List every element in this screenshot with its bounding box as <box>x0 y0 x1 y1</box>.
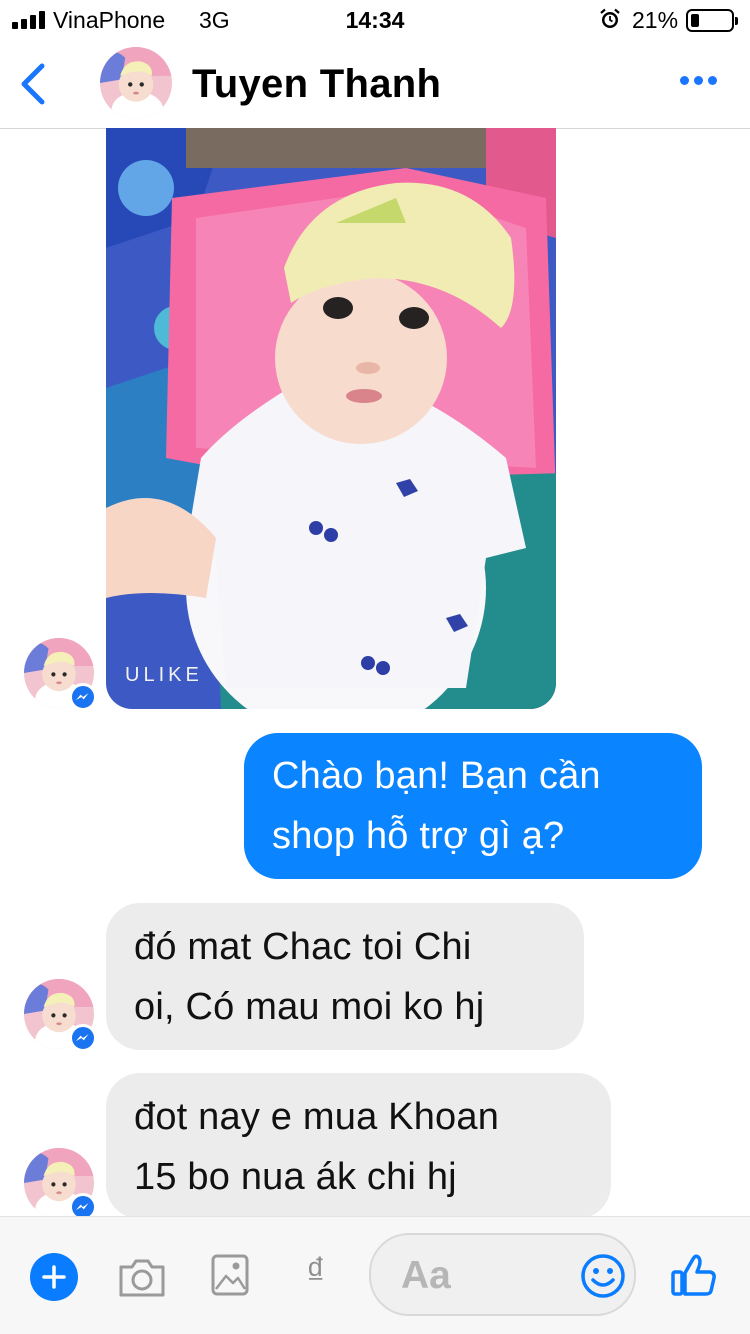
battery-icon <box>686 9 738 32</box>
message-composer: ₫ Aa <box>0 1216 750 1334</box>
messenger-badge-icon <box>69 1024 97 1052</box>
image-icon[interactable] <box>210 1253 250 1297</box>
incoming-message[interactable]: đó mat Chac toi Chi oi, Có mau moi ko hj <box>106 903 584 1050</box>
emoji-icon[interactable] <box>580 1253 626 1299</box>
chat-header: Tuyen Thanh <box>0 40 750 129</box>
messenger-screen: VinaPhone 3G 14:34 21% Tuyen Thanh ULIKE… <box>0 0 750 1334</box>
messenger-badge-icon <box>69 683 97 711</box>
message-line: shop hỗ trợ gì ạ? <box>272 815 565 857</box>
currency-icon[interactable]: ₫ <box>306 1251 326 1294</box>
message-line: oi, Có mau moi ko hj <box>134 986 485 1028</box>
message-input[interactable]: Aa <box>369 1233 636 1316</box>
back-chevron-icon[interactable] <box>14 60 50 108</box>
outgoing-message[interactable]: Chào bạn! Bạn cần shop hỗ trợ gì ạ? <box>244 733 702 879</box>
camera-icon[interactable] <box>117 1257 167 1299</box>
thumbs-up-icon[interactable] <box>670 1251 718 1299</box>
plus-icon[interactable] <box>30 1253 78 1301</box>
alarm-icon <box>600 8 620 28</box>
message-line: đó mat Chac toi Chi <box>134 926 472 968</box>
incoming-message[interactable]: đot nay e mua Khoan 15 bo nua ák chi hj <box>106 1073 611 1219</box>
shared-photo[interactable]: ULIKE <box>106 128 556 709</box>
photo-watermark: ULIKE <box>125 664 203 686</box>
contact-name[interactable]: Tuyen Thanh <box>192 62 441 107</box>
battery-percent: 21% <box>632 7 679 33</box>
message-line: đot nay e mua Khoan <box>134 1096 500 1138</box>
status-bar: VinaPhone 3G 14:34 21% <box>0 0 750 40</box>
contact-avatar[interactable] <box>100 47 172 119</box>
message-line: 15 bo nua ák chi hj <box>134 1156 457 1198</box>
message-placeholder: Aa <box>401 1254 451 1297</box>
battery-level <box>691 14 699 27</box>
more-icon[interactable] <box>680 76 717 85</box>
baby-photo-image <box>106 128 556 709</box>
message-line: Chào bạn! Bạn cần <box>272 755 601 797</box>
